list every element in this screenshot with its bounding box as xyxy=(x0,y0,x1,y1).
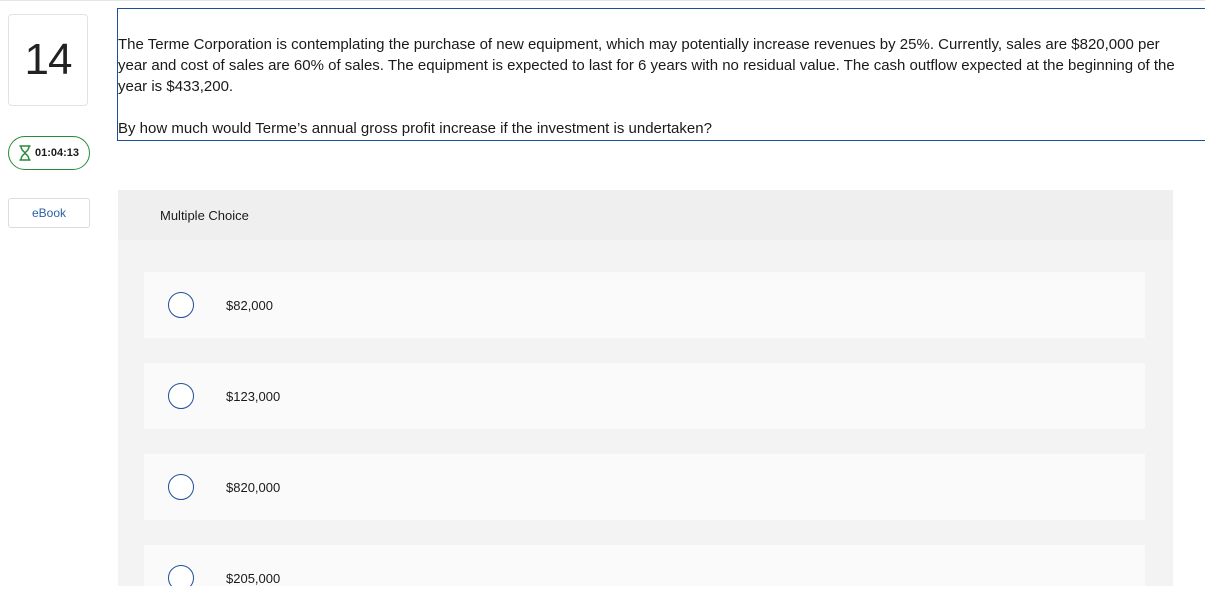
choice-option-c[interactable]: $820,000 xyxy=(144,454,1145,520)
multiple-choice-header: Multiple Choice xyxy=(118,190,1173,240)
multiple-choice-panel: Multiple Choice $82,000 $123,000 $820,00… xyxy=(118,190,1173,586)
choice-label: $205,000 xyxy=(226,570,281,586)
choice-label: $82,000 xyxy=(226,297,273,313)
radio-button[interactable] xyxy=(168,292,194,318)
top-divider xyxy=(0,0,1205,1)
radio-button[interactable] xyxy=(168,383,194,409)
choice-option-b[interactable]: $123,000 xyxy=(144,363,1145,429)
question-number: 14 xyxy=(8,14,88,106)
timer-value: 01:04:13 xyxy=(34,147,80,159)
choice-label: $820,000 xyxy=(226,479,281,495)
timer[interactable]: 01:04:13 xyxy=(8,136,90,170)
choice-label: $123,000 xyxy=(226,388,281,404)
question-paragraph: The Terme Corporation is contemplating t… xyxy=(118,36,1175,95)
hourglass-icon xyxy=(19,145,31,161)
radio-button[interactable] xyxy=(168,565,194,586)
question-prompt: By how much would Terme’s annual gross p… xyxy=(118,120,712,137)
choice-option-d[interactable]: $205,000 xyxy=(144,545,1145,586)
ebook-button[interactable]: eBook xyxy=(8,198,90,228)
choice-option-a[interactable]: $82,000 xyxy=(144,272,1145,338)
question-text-box: The Terme Corporation is contemplating t… xyxy=(117,8,1205,141)
radio-button[interactable] xyxy=(168,474,194,500)
